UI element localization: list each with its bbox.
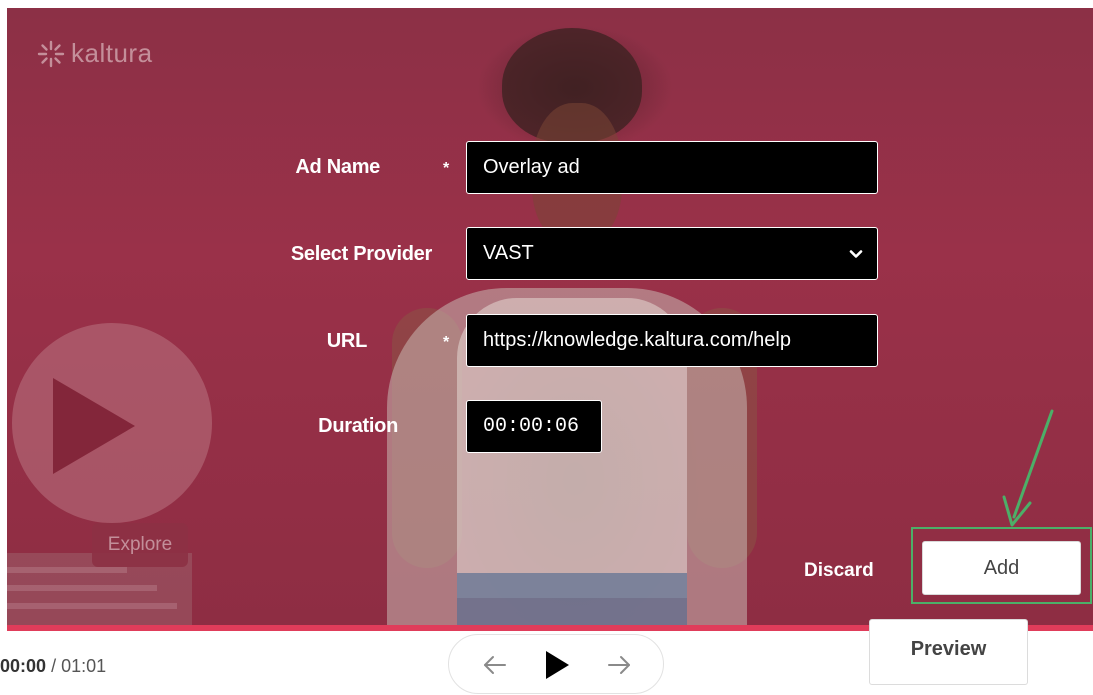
arrow-right-icon[interactable] xyxy=(597,635,641,695)
presenter-jeans xyxy=(457,573,687,625)
duration-input[interactable]: 00:00:06 xyxy=(466,400,602,453)
add-button[interactable]: Add xyxy=(922,541,1081,595)
ad-name-value: Overlay ad xyxy=(483,156,580,178)
ad-name-required-mark: * xyxy=(443,160,450,177)
preview-button[interactable]: Preview xyxy=(869,619,1028,685)
ad-name-input[interactable]: Overlay ad xyxy=(466,141,878,194)
provider-value: VAST xyxy=(483,242,534,264)
url-value: https://knowledge.kaltura.com/help xyxy=(483,329,791,351)
url-required-mark: * xyxy=(443,334,450,351)
duration-value: 00:00:06 xyxy=(483,415,580,438)
time-display: 00:00 / 01:01 xyxy=(0,656,106,677)
playback-controls xyxy=(448,634,664,694)
total-time: 01:01 xyxy=(61,656,107,676)
provider-label: Select Provider xyxy=(290,243,432,265)
time-separator: / xyxy=(51,656,57,676)
background-explore-sign: Explore xyxy=(92,523,188,567)
provider-select[interactable]: VAST xyxy=(466,227,878,280)
url-input[interactable]: https://knowledge.kaltura.com/help xyxy=(466,314,878,367)
ad-name-label: Ad Name xyxy=(295,156,380,178)
logo-text: kaltura xyxy=(71,38,153,68)
annotation-arrow-icon xyxy=(1002,409,1054,527)
discard-button[interactable]: Discard xyxy=(804,560,874,582)
kaltura-burst-icon xyxy=(37,40,65,68)
url-label: URL xyxy=(326,330,368,352)
current-time: 00:00 xyxy=(0,656,47,676)
duration-label: Duration xyxy=(318,415,398,437)
arrow-left-icon[interactable] xyxy=(473,635,517,695)
background-play-icon xyxy=(53,378,135,474)
chevron-down-icon xyxy=(849,242,863,265)
kaltura-logo: kaltura xyxy=(37,38,153,69)
play-icon[interactable] xyxy=(535,635,579,695)
